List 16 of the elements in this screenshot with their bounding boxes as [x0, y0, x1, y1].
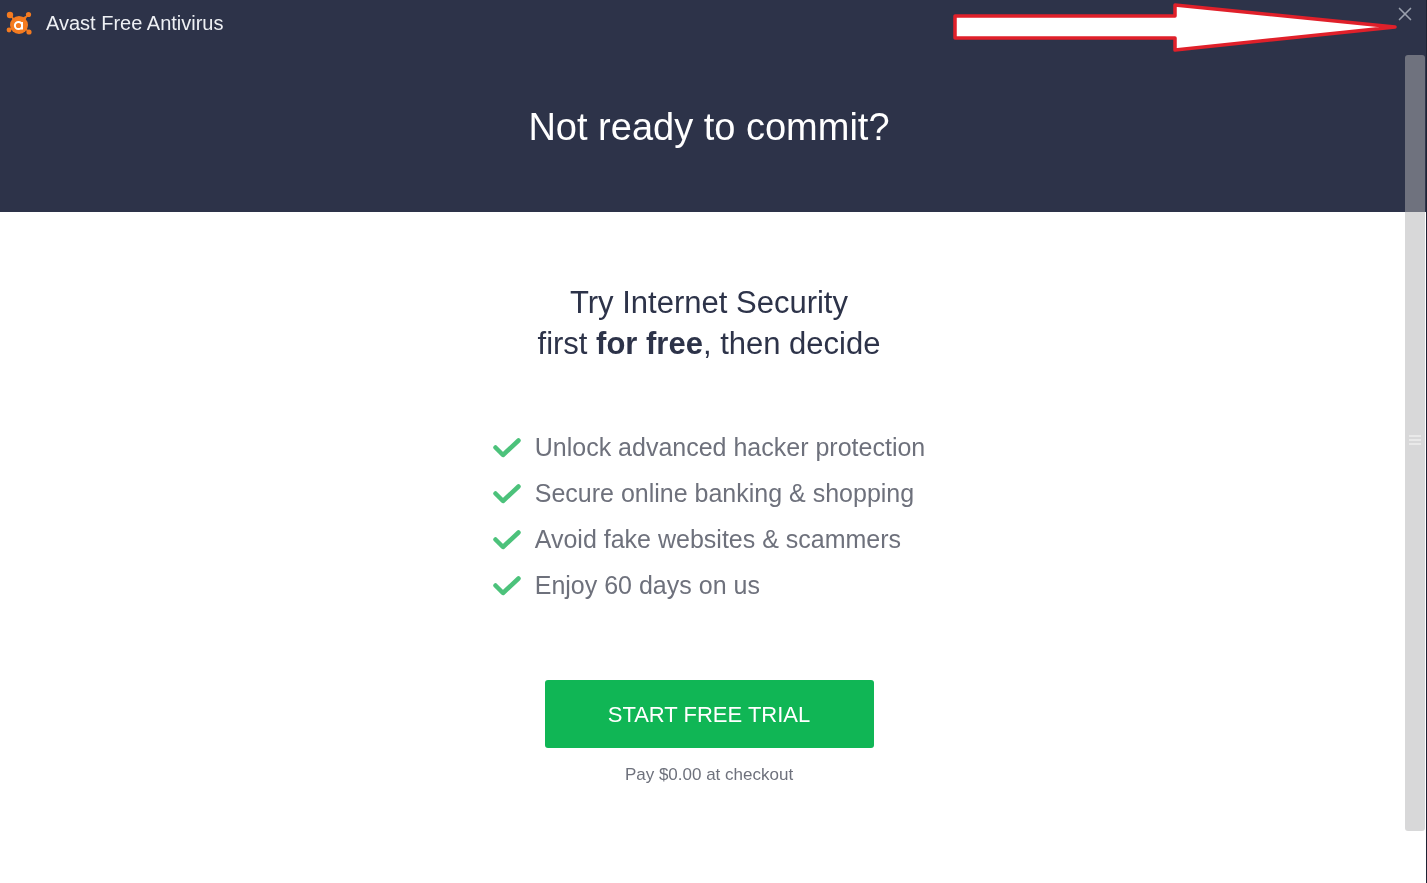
check-icon	[492, 530, 521, 550]
start-trial-button[interactable]: START FREE TRIAL	[544, 680, 874, 748]
banner-heading: Not ready to commit?	[528, 108, 890, 146]
feature-text: Avoid fake websites & scammers	[534, 524, 902, 556]
splat-logo-icon	[6, 11, 32, 35]
feature-text: Enjoy 60 days on us	[534, 570, 760, 602]
feature-text: Unlock advanced hacker protection	[534, 432, 926, 464]
feature-text: Secure online banking & shopping	[534, 478, 915, 510]
window-title: Avast Free Antivirus	[46, 13, 224, 33]
offer-title: first for free, then decide	[537, 325, 881, 363]
offer-title: Try Internet Security	[570, 284, 848, 322]
scrollbar[interactable]	[1405, 55, 1425, 831]
checkout-note: Pay $0.00 at checkout	[624, 764, 794, 786]
check-icon	[492, 484, 521, 504]
check-icon	[492, 576, 521, 596]
check-icon	[492, 438, 521, 458]
